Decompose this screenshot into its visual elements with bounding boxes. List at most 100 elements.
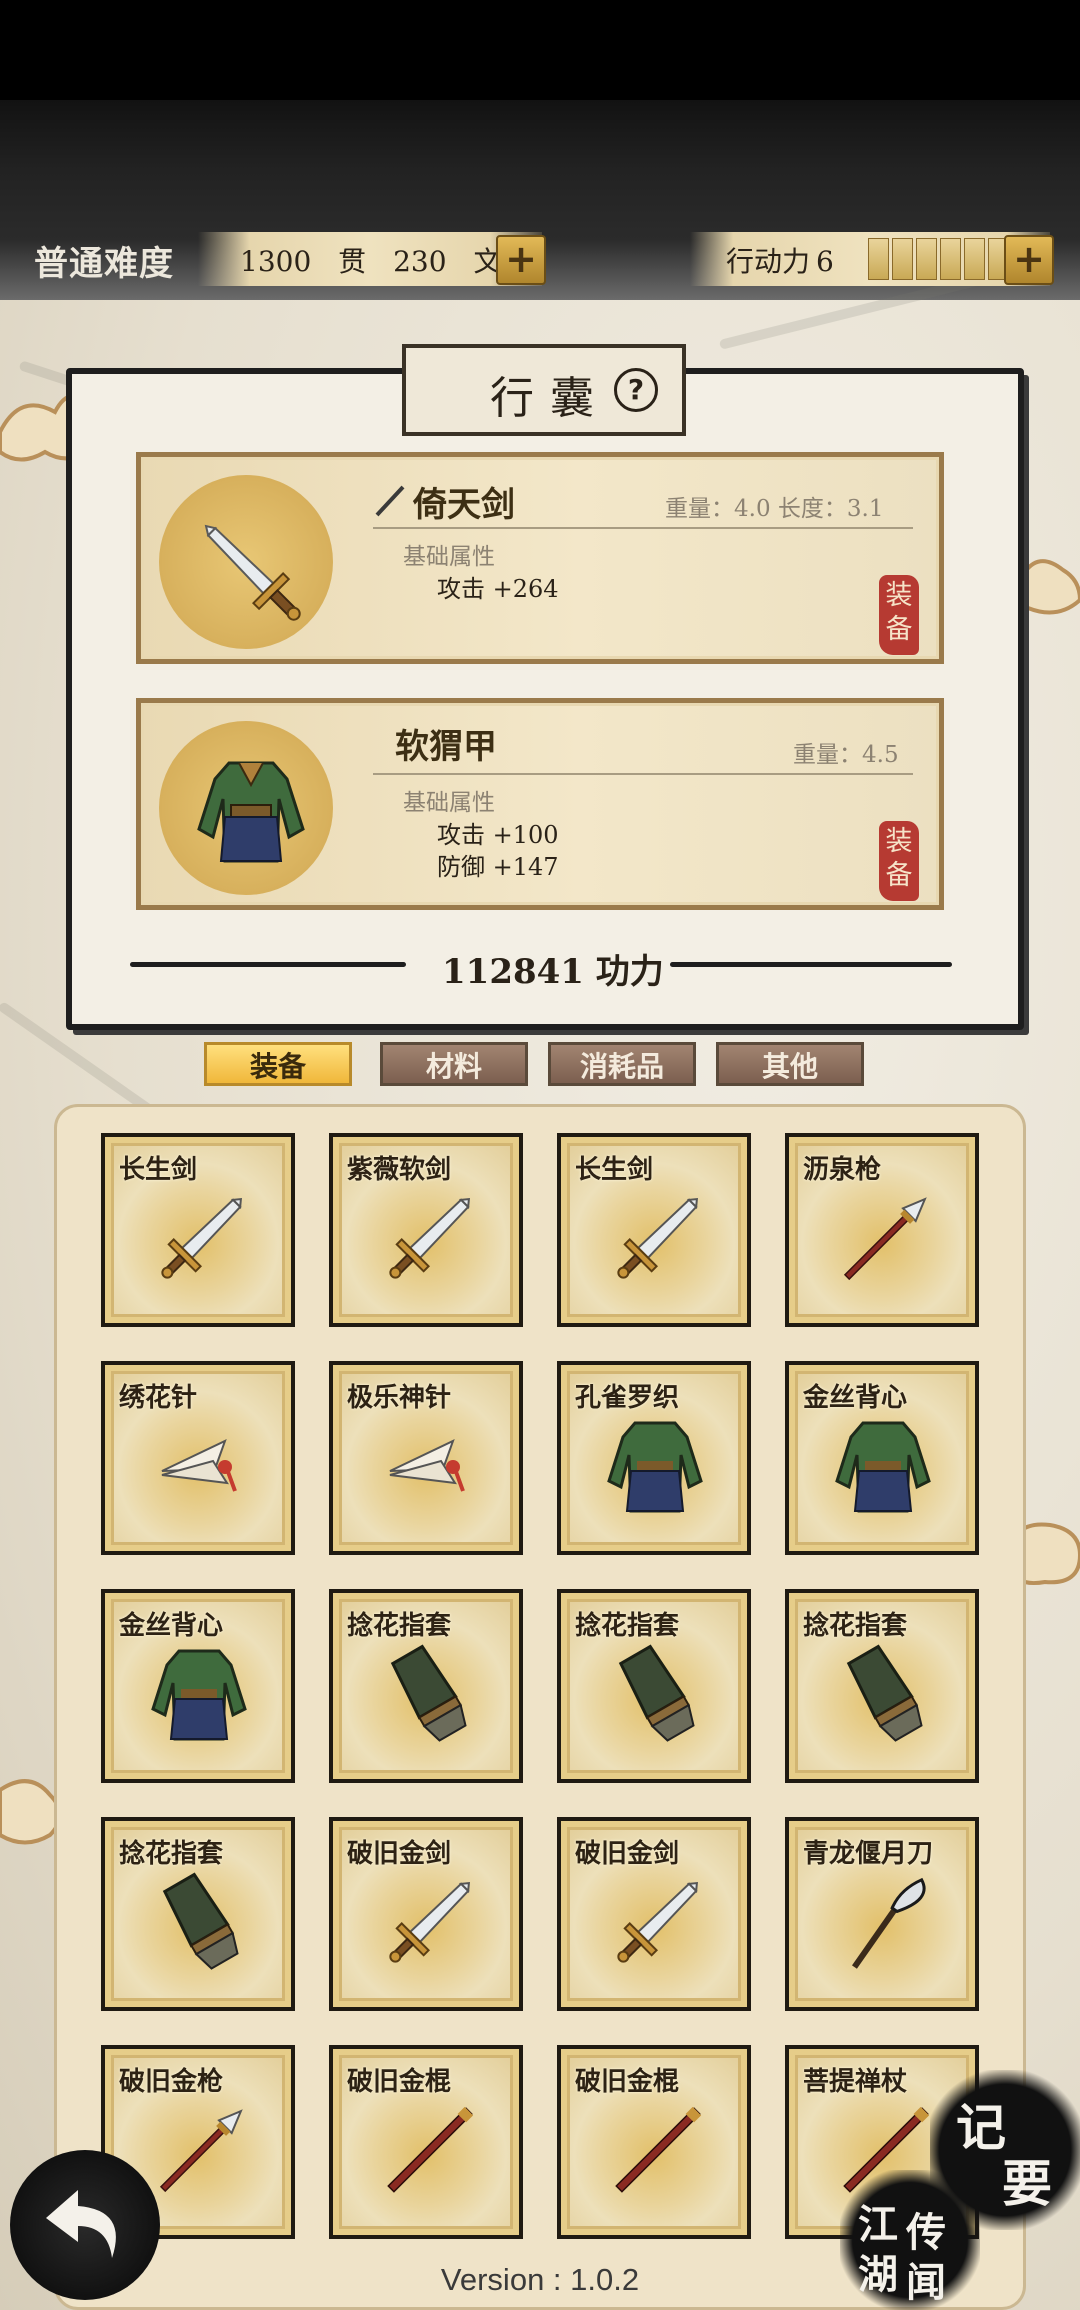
memo-char: 记	[956, 2098, 1006, 2157]
equipped-item-meta: 重量：4.0 长度：3.1	[665, 496, 884, 522]
action-points-label: 行动力 6	[726, 240, 834, 280]
spear-icon	[843, 1197, 927, 1281]
sword-icon	[617, 1882, 698, 1963]
back-arrow-icon	[46, 2190, 116, 2258]
attribute-line: 攻击 +100	[437, 821, 559, 849]
action-points-value: 6	[816, 245, 834, 278]
gauntlet-icon	[618, 1644, 695, 1742]
seal-char: 装	[885, 826, 913, 857]
guan-unit: 贯	[338, 245, 367, 278]
inventory-slot[interactable]: 孔雀罗织	[557, 1361, 751, 1555]
armor-icon	[151, 1649, 247, 1741]
gauge-segment	[940, 238, 961, 280]
armor-icon	[607, 1421, 703, 1513]
equipped-armor-card[interactable]: 软猬甲 重量：4.5 基础属性 攻击 +100 防御 +147 装 备	[136, 698, 944, 910]
slot-item-name: 菩提禅杖	[803, 2067, 908, 2097]
gauntlet-icon	[846, 1644, 923, 1742]
gauge-segment	[868, 238, 889, 280]
seal-char: 备	[885, 860, 913, 891]
slot-item-name: 破旧金剑	[575, 1839, 680, 1869]
inventory-slot[interactable]: 金丝背心	[785, 1361, 979, 1555]
slot-item-name: 紫薇软剑	[347, 1155, 452, 1185]
inventory-slot[interactable]: 长生剑	[557, 1133, 751, 1327]
slot-item-name: 破旧金剑	[347, 1839, 452, 1869]
seal-char: 装	[885, 580, 913, 611]
inventory-slot[interactable]: 捻花指套	[557, 1589, 751, 1783]
sword-icon	[389, 1198, 470, 1279]
power-value: 112841	[442, 952, 584, 992]
slot-item-name: 金丝背心	[119, 1611, 224, 1641]
card-divider	[373, 527, 913, 529]
action-points-display: 行动力 6	[690, 232, 1050, 286]
tab-equipment[interactable]: 装备	[204, 1042, 352, 1086]
attribute-line: 攻击 +264	[437, 575, 559, 603]
weapon-type-icon	[375, 485, 405, 517]
add-action-points-button[interactable]: +	[1004, 235, 1054, 285]
inventory-slot[interactable]: 破旧金棍	[329, 2045, 523, 2239]
inventory-slot[interactable]: 绣花针	[101, 1361, 295, 1555]
sword-icon	[389, 1882, 470, 1963]
equipped-seal: 装 备	[879, 575, 919, 655]
slot-item-name: 青龙偃月刀	[803, 1839, 934, 1869]
gauntlet-icon	[162, 1872, 239, 1970]
inventory-slot[interactable]: 紫薇软剑	[329, 1133, 523, 1327]
memo-char: 要	[1002, 2154, 1052, 2213]
power-unit: 功力	[595, 952, 664, 992]
help-icon[interactable]: ?	[614, 368, 658, 412]
armor-icon	[197, 761, 305, 863]
tab-other[interactable]: 其他	[716, 1042, 864, 1086]
bag-title: 行囊	[490, 373, 610, 424]
slot-item-name: 捻花指套	[575, 1611, 680, 1641]
base-attributes-title: 基础属性	[403, 544, 495, 570]
inventory-slot[interactable]: 破旧金剑	[329, 1817, 523, 2011]
armor-icon	[835, 1421, 931, 1513]
equipped-item-meta: 重量：4.5	[793, 742, 899, 768]
equipped-item-name: 软猬甲	[395, 727, 497, 767]
slot-item-name: 极乐神针	[347, 1383, 452, 1413]
equipped-weapon-card[interactable]: 倚天剑 重量：4.0 长度：3.1 基础属性 攻击 +264 装 备	[136, 452, 944, 664]
staff-icon	[615, 2106, 702, 2193]
inventory-slot[interactable]: 破旧金剑	[557, 1817, 751, 2011]
spear-icon	[159, 2109, 243, 2193]
glaive-icon	[851, 1877, 926, 1969]
inventory-slot[interactable]: 捻花指套	[329, 1589, 523, 1783]
total-power-row: 112841 功力	[130, 944, 952, 992]
gauge-segment	[892, 238, 913, 280]
inventory-slot[interactable]: 极乐神针	[329, 1361, 523, 1555]
card-divider	[373, 773, 913, 775]
inventory-slot[interactable]: 捻花指套	[785, 1589, 979, 1783]
slot-item-name: 捻花指套	[803, 1611, 908, 1641]
inventory-grid: 长生剑 紫薇软剑 长生剑 沥泉枪 绣花针 极乐神针 孔雀罗织 金丝背心 金丝背心 捻花指套 捻花指套…	[54, 1104, 1026, 2310]
inventory-slot[interactable]: 青龙偃月刀	[785, 1817, 979, 2011]
action-points-title: 行动力	[726, 245, 811, 278]
inventory-slot[interactable]: 破旧金棍	[557, 2045, 751, 2239]
version-label: Version : 1.0.2	[440, 2262, 640, 2297]
sword-icon	[161, 1198, 242, 1279]
needle-icon	[389, 1439, 465, 1492]
total-power: 112841 功力	[442, 944, 664, 993]
slot-item-name: 破旧金棍	[575, 2067, 680, 2097]
currency-display: 1300 贯 230 文	[198, 232, 542, 286]
inventory-slot[interactable]: 沥泉枪	[785, 1133, 979, 1327]
gauge-segment	[916, 238, 937, 280]
add-currency-button[interactable]: +	[496, 235, 546, 285]
slot-item-name: 沥泉枪	[803, 1155, 882, 1185]
slot-item-name: 破旧金棍	[347, 2067, 452, 2097]
action-points-gauge	[868, 238, 1009, 280]
slot-item-name: 捻花指套	[347, 1611, 452, 1641]
slot-item-name: 孔雀罗织	[575, 1383, 680, 1413]
inventory-slot[interactable]: 金丝背心	[101, 1589, 295, 1783]
slot-item-name: 捻花指套	[119, 1839, 224, 1869]
base-attributes-title: 基础属性	[403, 790, 495, 816]
guan-value: 1300	[240, 245, 312, 278]
sword-icon	[204, 524, 301, 621]
inventory-slot[interactable]: 捻花指套	[101, 1817, 295, 2011]
inventory-slot[interactable]: 长生剑	[101, 1133, 295, 1327]
wen-value: 230	[393, 245, 447, 278]
power-divider	[670, 962, 952, 967]
tab-materials[interactable]: 材料	[380, 1042, 528, 1086]
slot-item-name: 长生剑	[119, 1155, 198, 1185]
tab-consumables[interactable]: 消耗品	[548, 1042, 696, 1086]
equipped-item-name: 倚天剑	[413, 485, 515, 525]
gauge-segment	[964, 238, 985, 280]
